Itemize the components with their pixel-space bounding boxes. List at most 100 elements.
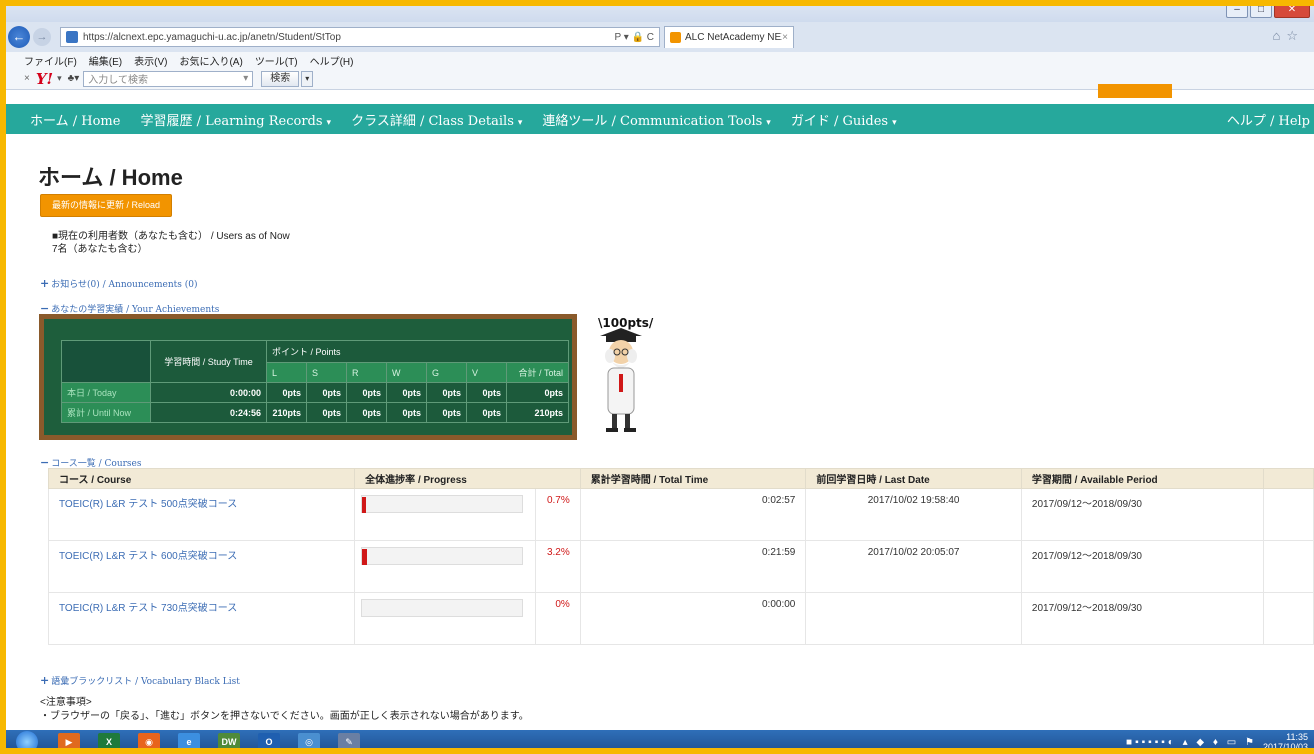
- window-controls: – □ ✕: [1226, 2, 1310, 18]
- table-row: TOEIC(R) L&R テスト 730点突破コース 0% 0:00:00 20…: [47, 592, 1314, 645]
- tab-close-icon[interactable]: ×: [782, 32, 788, 43]
- points-value: 0pts: [346, 402, 387, 423]
- row-label: 累計 / Until Now: [61, 402, 151, 423]
- chrome-icon[interactable]: ◉: [138, 733, 160, 751]
- period-header: 学習期間 / Available Period: [1020, 468, 1264, 489]
- total-time: 0:02:57: [579, 488, 807, 541]
- progress-bar-fill: [362, 497, 367, 513]
- last-date-header: 前回学習日時 / Last Date: [805, 468, 1022, 489]
- points-value: 0pts: [426, 402, 467, 423]
- progress-bar: [354, 592, 537, 645]
- points-value: 0pts: [306, 402, 347, 423]
- paint-icon[interactable]: ✎: [338, 733, 360, 751]
- toolbar-search-input[interactable]: 入力して検索 ▾: [83, 70, 254, 87]
- address-tools-icon[interactable]: P ▾ 🔒 C: [614, 32, 654, 43]
- messenger-icon[interactable]: ◎: [298, 733, 320, 751]
- table-row: TOEIC(R) L&R テスト 600点突破コース 3.2% 0:21:59 …: [47, 540, 1314, 593]
- nav-communication-tools-label: 連絡ツール / Communication Tools: [542, 113, 763, 129]
- logout-button[interactable]: [1098, 84, 1172, 98]
- menu-file[interactable]: ファイル(F): [24, 53, 77, 68]
- vocab-blacklist-link[interactable]: + 語彙ブラックリスト / Vocabulary Black List: [40, 674, 240, 687]
- nav-learning-records[interactable]: 学習履歴 / Learning Records ▾: [130, 110, 341, 129]
- points-sub-header: S: [306, 362, 347, 383]
- url-text[interactable]: https://alcnext.epc.yamaguchi-u.ac.jp/an…: [83, 32, 614, 43]
- table-row: TOEIC(R) L&R テスト 500点突破コース 0.7% 0:02:57 …: [47, 488, 1314, 541]
- nav-class-details[interactable]: クラス詳細 / Class Details ▾: [341, 110, 532, 129]
- course-name-link[interactable]: TOEIC(R) L&R テスト 500点突破コース: [47, 488, 356, 541]
- points-value: 0pts: [266, 382, 307, 403]
- table-corner: [61, 340, 151, 383]
- row-label: 本日 / Today: [61, 382, 151, 403]
- course-name-link[interactable]: TOEIC(R) L&R テスト 730点突破コース: [47, 592, 356, 645]
- page-title: ホーム / Home: [38, 165, 183, 190]
- minimize-icon[interactable]: –: [1226, 2, 1248, 18]
- clock[interactable]: 11:35 2017/10/03: [1263, 732, 1308, 752]
- table-row: 累計 / Until Now 0:24:56 210pts 0pts 0pts …: [61, 402, 569, 423]
- menu-view[interactable]: 表示(V): [134, 53, 167, 68]
- announcements-label: お知らせ(0) / Announcements (0): [51, 280, 198, 290]
- progress-percent: 0.7%: [535, 488, 581, 541]
- chevron-down-icon: ▾: [517, 117, 523, 128]
- notes: <注意事項> ・ブラウザーの「戻る」、「進む」ボタンを押さないでください。画面が…: [40, 696, 529, 724]
- windows-taskbar: ▶ X ◉ e DW O ◎ ✎ ■▪▪▪▪▪◐ ▴ ◆ ♦ ▭ ⚑ 11:35…: [0, 730, 1314, 754]
- vocab-blacklist-label: 語彙ブラックリスト / Vocabulary Black List: [51, 677, 240, 687]
- last-date: 2017/10/02 20:05:07: [805, 540, 1022, 593]
- progress-bar-fill: [362, 549, 368, 565]
- points-value: 210pts: [266, 402, 307, 423]
- start-button-icon[interactable]: [16, 731, 38, 753]
- browser-menu-bar: ファイル(F) 編集(E) 表示(V) お気に入り(A) ツール(T) ヘルプ(…: [0, 52, 1314, 68]
- tab-label: ALC NetAcademy NEXT ...: [685, 32, 782, 43]
- menu-favorites[interactable]: お気に入り(A): [179, 53, 242, 68]
- home-star-icons[interactable]: ⌂☆: [1272, 28, 1304, 44]
- chevron-down-icon[interactable]: ▾: [243, 73, 248, 84]
- points-value: 0pts: [386, 402, 427, 423]
- browser-tab[interactable]: ALC NetAcademy NEXT ... ×: [664, 26, 794, 48]
- extra-cell: [1262, 488, 1314, 541]
- progress-percent: 3.2%: [535, 540, 581, 593]
- chevron-down-icon[interactable]: ▾: [301, 70, 314, 87]
- internet-explorer-icon[interactable]: e: [178, 733, 200, 751]
- points-value: 0pts: [386, 382, 427, 403]
- chevron-down-icon[interactable]: ▾: [57, 73, 62, 84]
- announcements-link[interactable]: + お知らせ(0) / Announcements (0): [40, 277, 198, 290]
- maximize-icon[interactable]: □: [1250, 2, 1272, 18]
- back-arrow-icon[interactable]: ←: [8, 26, 30, 48]
- hat-icon[interactable]: ♣▾: [68, 73, 80, 84]
- notes-heading: <注意事項>: [40, 697, 92, 708]
- tray-icons[interactable]: ■▪▪▪▪▪◐ ▴ ◆ ♦ ▭ ⚑: [1126, 737, 1257, 748]
- achievements-table: 学習時間 / Study Time ポイント / Points L S R W …: [61, 340, 569, 423]
- total-time: 0:21:59: [579, 540, 807, 593]
- excel-icon[interactable]: X: [98, 733, 120, 751]
- menu-help[interactable]: ヘルプ(H): [310, 53, 354, 68]
- media-player-icon[interactable]: ▶: [58, 733, 80, 751]
- menu-edit[interactable]: 編集(E): [89, 53, 122, 68]
- menu-tools[interactable]: ツール(T): [255, 53, 298, 68]
- toolbar-search-button[interactable]: 検索: [261, 70, 300, 87]
- points-sub-header: W: [386, 362, 427, 383]
- close-icon[interactable]: ✕: [1274, 2, 1310, 18]
- plus-icon: +: [40, 277, 50, 290]
- extra-header: [1262, 468, 1314, 489]
- toolbar-close-icon[interactable]: ×: [24, 73, 30, 84]
- nav-communication-tools[interactable]: 連絡ツール / Communication Tools ▾: [532, 110, 780, 129]
- users-now: ■現在の利用者数（あなたも含む） / Users as of Now 7名（あな…: [52, 230, 290, 256]
- address-bar[interactable]: https://alcnext.epc.yamaguchi-u.ac.jp/an…: [60, 27, 660, 47]
- points-value: 0pts: [306, 382, 347, 403]
- chevron-down-icon: ▾: [766, 117, 771, 128]
- reload-button[interactable]: 最新の情報に更新 / Reload: [40, 194, 172, 217]
- points-total: 0pts: [506, 382, 569, 403]
- forward-arrow-icon[interactable]: →: [33, 28, 51, 46]
- nav-help[interactable]: ヘルプ / Help: [1217, 110, 1314, 129]
- yahoo-logo-icon[interactable]: Y!: [36, 70, 53, 88]
- tab-favicon-icon: [670, 32, 681, 43]
- professor-mascot-icon: [600, 328, 642, 432]
- course-name-link[interactable]: TOEIC(R) L&R テスト 600点突破コース: [47, 540, 356, 593]
- nav-guides[interactable]: ガイド / Guides ▾: [781, 110, 907, 129]
- outlook-icon[interactable]: O: [258, 733, 280, 751]
- nav-home[interactable]: ホーム / Home: [6, 110, 130, 129]
- progress-header: 全体進捗率 / Progress: [354, 468, 581, 489]
- progress-percent: 0%: [535, 592, 581, 645]
- dreamweaver-icon[interactable]: DW: [218, 733, 240, 751]
- users-count: 7名（あなたも含む）: [52, 244, 148, 255]
- extra-cell: [1262, 592, 1314, 645]
